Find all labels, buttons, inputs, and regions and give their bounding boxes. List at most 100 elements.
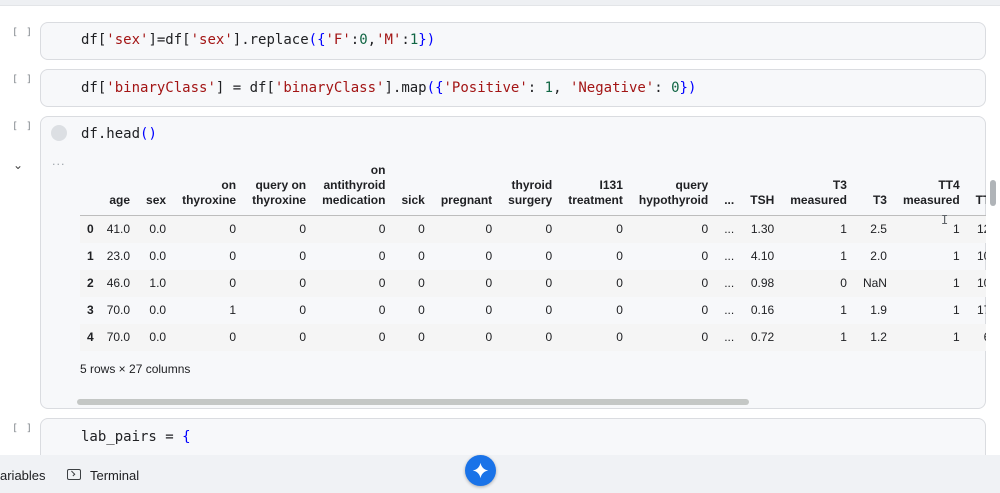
table-cell: 0	[545, 249, 553, 263]
column-header: pregnant	[440, 193, 493, 207]
table-cell: 1	[840, 303, 847, 317]
table-cell: 0	[501, 323, 562, 351]
cell-3-exec-count: [ ]	[12, 121, 34, 132]
table-cell: 1	[952, 249, 960, 263]
column-header: query on thyroxine	[252, 178, 307, 207]
row-index: 1	[87, 249, 94, 263]
horizontal-scroll-thumb[interactable]	[77, 399, 749, 405]
code-text-1: df['sex']=df['sex'].replace({'F':0,'M':1…	[81, 32, 436, 48]
terminal-tab[interactable]: Terminal	[90, 468, 139, 483]
code-text-2: df['binaryClass'] = df['binaryClass'].ma…	[81, 80, 697, 96]
code-cell-1[interactable]: df['sex']=df['sex'].replace({'F':0,'M':1…	[40, 22, 986, 60]
row-index: 2	[80, 269, 100, 297]
table-body: 041.00.000000000...1.3012.51125123.00.00…	[80, 215, 986, 351]
dataframe-table: age sex on thyroxine query on thyroxine on anti…	[80, 163, 986, 351]
table-cell: 0	[433, 269, 502, 297]
table-cell: 175	[976, 303, 986, 317]
dataframe-output: age sex on thyroxine query on thyroxine on anti…	[80, 163, 986, 359]
column-header: on thyroxine	[182, 178, 237, 207]
table-cell: 70.0	[99, 323, 140, 351]
table-cell: 0	[631, 215, 718, 243]
table-row: 470.00.000000000...0.7211.2161	[80, 323, 986, 351]
column-header: sex	[146, 193, 167, 207]
table-cell: 2.0	[870, 249, 887, 263]
table-cell: 0.72	[743, 323, 784, 351]
table-row: 246.01.000000000...0.980NaN1109	[80, 269, 986, 297]
code-line-3[interactable]: df.head()	[81, 126, 157, 142]
table-cell: 0	[394, 215, 434, 243]
table-cell: 1	[895, 215, 969, 243]
code-line-2[interactable]: df['binaryClass'] = df['binaryClass'].ma…	[81, 80, 696, 96]
table-cell: 1	[840, 249, 847, 263]
table-cell: 0	[485, 249, 493, 263]
table-cell: 102	[976, 249, 986, 263]
table-cell: 1	[783, 323, 856, 351]
table-cell: 0	[315, 323, 395, 351]
table-row: 041.00.000000000...1.3012.51125	[80, 215, 986, 243]
table-cell: 4.10	[750, 249, 775, 263]
gemini-button[interactable]	[465, 455, 496, 486]
table-cell: 0	[378, 249, 386, 263]
table-cell: 0.0	[139, 323, 176, 351]
table-cell: 0	[701, 249, 709, 263]
table-cell: 0	[631, 269, 718, 297]
table-cell: 0	[394, 323, 434, 351]
table-cell: 1	[952, 303, 960, 317]
table-cell: 0	[561, 323, 632, 351]
table-cell: 1.9	[870, 303, 887, 317]
column-header: T3	[872, 193, 887, 207]
table-cell: 2.5	[855, 215, 896, 243]
table-cell: 0.0	[149, 303, 167, 317]
table-cell: 0	[175, 269, 246, 297]
table-cell: 0	[485, 303, 493, 317]
run-cell-icon[interactable]	[51, 125, 67, 141]
notebook-area: [ ] df['sex']=df['sex'].replace({'F':0,'…	[0, 0, 1000, 455]
cell-1-exec-count: [ ]	[12, 27, 34, 38]
bottom-status-bar: ariables Terminal	[0, 455, 1000, 493]
code-cell-2[interactable]: df['binaryClass'] = df['binaryClass'].ma…	[40, 69, 986, 107]
column-header: I131 treatment	[568, 178, 623, 207]
column-header: thyroid surgery	[508, 178, 553, 207]
table-cell: 0.16	[750, 303, 775, 317]
table-cell: 0	[299, 249, 307, 263]
chevron-down-icon[interactable]: ⌄	[13, 158, 23, 172]
table-cell: 0	[245, 323, 316, 351]
column-header: TSH	[750, 193, 775, 207]
code-cell-4[interactable]: lab_pairs = {	[40, 418, 986, 455]
vertical-scroll-thumb[interactable]	[990, 180, 996, 206]
column-header: on antithyroid medication	[322, 163, 386, 207]
terminal-icon[interactable]	[67, 469, 81, 480]
table-cell: 0.0	[149, 249, 167, 263]
table-cell: 0	[433, 215, 502, 243]
table-cell: 23.0	[106, 249, 131, 263]
code-line-4[interactable]: lab_pairs = {	[81, 429, 191, 445]
column-header: T3 measured	[790, 178, 847, 207]
cell-4-exec-count: [ ]	[12, 423, 34, 434]
table-cell: 0	[175, 323, 246, 351]
table-cell: 0	[783, 269, 856, 297]
table-cell: 0	[616, 303, 623, 317]
table-header-row: age sex on thyroxine query on thyroxine on anti…	[80, 163, 986, 216]
table-cell: 1	[783, 215, 856, 243]
output-menu-dots[interactable]: ···	[52, 158, 66, 171]
variables-tab[interactable]: ariables	[0, 468, 46, 483]
table-cell: 1	[895, 323, 969, 351]
table-cell: 109	[968, 269, 986, 297]
index-header	[80, 163, 100, 216]
table-cell: ...	[717, 269, 744, 297]
table-cell: 1	[229, 303, 237, 317]
table-cell: 0	[501, 269, 562, 297]
column-header: sick	[401, 193, 425, 207]
table-cell: ...	[724, 249, 735, 263]
column-header: query hypothyroid	[638, 178, 709, 207]
table-cell: 0	[418, 249, 425, 263]
table-cell: 0.0	[139, 215, 176, 243]
code-line-1[interactable]: df['sex']=df['sex'].replace({'F':0,'M':1…	[81, 32, 435, 48]
table-cell: ...	[717, 323, 744, 351]
table-cell: 0	[175, 215, 246, 243]
table-cell: 1.0	[139, 269, 176, 297]
table-cell: 0	[561, 215, 632, 243]
gemini-sparkle-icon	[472, 462, 489, 479]
column-header: TT4 measured	[902, 178, 960, 207]
table-cell: 0	[394, 269, 434, 297]
